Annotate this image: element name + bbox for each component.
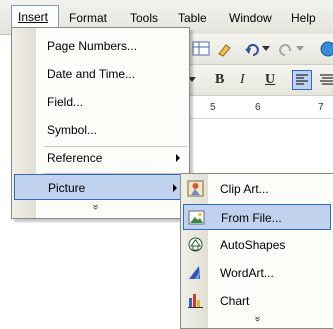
picture-submenu: Clip Art... From File... AutoShapes Word… — [180, 173, 333, 329]
horizontal-ruler: 5 6 7 — [180, 96, 333, 119]
underline-button[interactable]: U — [265, 72, 275, 88]
menu-item-label: Reference — [47, 151, 103, 165]
redo-icon[interactable] — [278, 41, 294, 57]
standard-toolbar — [180, 34, 333, 65]
autoshapes-icon — [188, 237, 203, 252]
menu-tools-label: Tools — [130, 11, 159, 25]
menu-insert[interactable]: Insert — [11, 5, 59, 27]
menu-window[interactable]: Window — [229, 11, 272, 25]
menu-item-page-numbers[interactable]: Page Numbers... — [12, 33, 189, 59]
menu-window-label: Window — [229, 11, 272, 25]
redo-dropdown-icon[interactable] — [296, 46, 304, 52]
undo-dropdown-icon[interactable] — [262, 46, 270, 52]
menu-item-label: Page Numbers... — [47, 39, 138, 53]
menu-item-autoshapes[interactable]: AutoShapes — [181, 232, 333, 258]
menu-format-label: Format — [69, 11, 108, 25]
expand-menu-icon[interactable]: » — [90, 204, 101, 210]
wordart-icon — [189, 266, 200, 279]
table-insert-icon[interactable] — [192, 40, 212, 58]
bold-button[interactable]: B — [215, 72, 224, 88]
hyperlink-icon[interactable] — [319, 40, 333, 58]
menu-item-label: Chart — [220, 294, 250, 308]
submenu-arrow-icon — [176, 154, 180, 162]
menu-item-label: Clip Art... — [220, 182, 269, 196]
align-center-icon[interactable] — [318, 70, 333, 90]
menu-help[interactable]: Help — [291, 11, 316, 25]
menu-item-label: WordArt... — [220, 266, 274, 280]
menu-table[interactable]: Table — [178, 11, 207, 25]
clipart-icon — [187, 180, 204, 197]
menu-item-from-file[interactable]: From File... — [183, 204, 331, 230]
italic-button[interactable]: I — [240, 72, 245, 88]
menu-item-date-and-time[interactable]: Date and Time... — [12, 61, 189, 87]
formatting-toolbar: B I U — [180, 65, 333, 96]
menu-item-label: From File... — [221, 211, 282, 225]
menu-tools[interactable]: Tools — [130, 11, 158, 25]
ruler-tick-7: 7 — [318, 102, 324, 113]
menu-item-chart[interactable]: Chart — [181, 288, 333, 314]
menu-item-label: Field... — [47, 95, 84, 109]
ruler-tick-5: 5 — [210, 102, 216, 113]
menu-item-wordart[interactable]: WordArt... — [181, 260, 333, 286]
menu-item-field[interactable]: Field... — [12, 89, 189, 115]
menu-item-label: Symbol... — [47, 123, 98, 137]
menu-item-clip-art[interactable]: Clip Art... — [181, 176, 333, 202]
format-painter-icon[interactable] — [216, 40, 234, 58]
menu-item-label: Picture — [48, 181, 86, 195]
menu-insert-label: Insert — [18, 10, 49, 24]
menu-item-label: AutoShapes — [220, 238, 286, 252]
insert-menu: Page Numbers... Date and Time... Field..… — [11, 27, 190, 219]
menu-help-label: Help — [291, 11, 316, 25]
menu-item-symbol[interactable]: Symbol... — [12, 117, 189, 143]
undo-icon[interactable] — [244, 41, 260, 57]
submenu-arrow-icon — [173, 184, 177, 192]
ruler-tick-6: 6 — [255, 102, 261, 113]
from-file-icon — [188, 210, 205, 225]
align-left-icon[interactable] — [292, 70, 312, 90]
expand-menu-icon[interactable]: » — [252, 316, 263, 322]
menu-item-picture[interactable]: Picture — [14, 174, 185, 200]
menu-table-label: Table — [178, 11, 207, 25]
menu-item-reference[interactable]: Reference — [12, 145, 189, 171]
menu-item-label: Date and Time... — [47, 67, 136, 81]
menu-format[interactable]: Format — [69, 11, 107, 25]
chart-icon — [188, 294, 203, 308]
